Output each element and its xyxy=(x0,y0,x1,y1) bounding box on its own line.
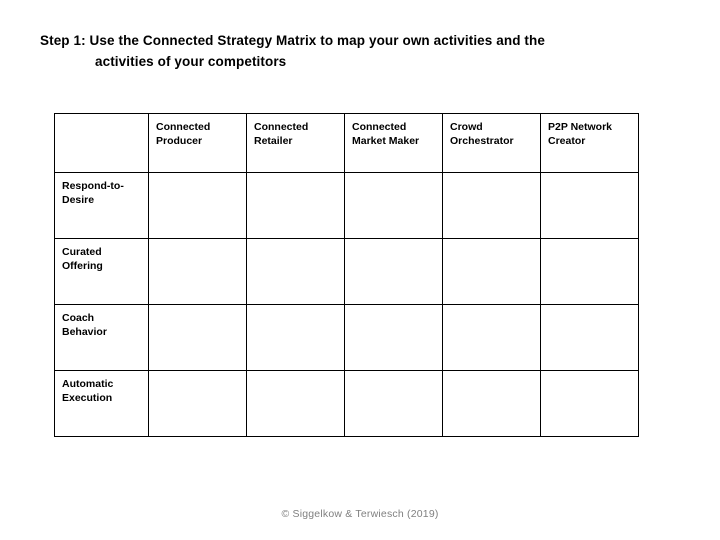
connected-strategy-matrix: Connected Producer Connected Retailer Co… xyxy=(54,113,639,437)
matrix-corner-cell xyxy=(54,113,149,173)
matrix-column-header-connected-retailer: Connected Retailer xyxy=(246,113,345,173)
matrix-cell-curated-offering-p2p-network-creator[interactable] xyxy=(540,238,639,305)
matrix-cell-curated-offering-connected-producer[interactable] xyxy=(148,238,247,305)
matrix-table: Connected Producer Connected Retailer Co… xyxy=(54,113,639,437)
matrix-cell-respond-to-desire-p2p-network-creator[interactable] xyxy=(540,172,639,239)
matrix-row-header-automatic-execution: Automatic Execution xyxy=(54,370,149,437)
matrix-cell-coach-behavior-connected-retailer[interactable] xyxy=(246,304,345,371)
matrix-column-header-label: P2P Network Creator xyxy=(548,121,612,147)
matrix-row-header-curated-offering: Curated Offering xyxy=(54,238,149,305)
matrix-cell-respond-to-desire-connected-producer[interactable] xyxy=(148,172,247,239)
matrix-column-header-crowd-orchestrator: Crowd Orchestrator xyxy=(442,113,541,173)
matrix-row-header-coach-behavior: Coach Behavior xyxy=(54,304,149,371)
matrix-row-header-respond-to-desire: Respond-to- Desire xyxy=(54,172,149,239)
matrix-row-header-label: Automatic Execution xyxy=(62,378,114,404)
page-title-line-1: Step 1: Use the Connected Strategy Matri… xyxy=(40,33,545,48)
page-title-line-2: activities of your competitors xyxy=(95,54,287,69)
matrix-column-header-label: Connected Market Maker xyxy=(352,121,420,147)
page-title: Step 1: Use the Connected Strategy Matri… xyxy=(40,30,640,72)
matrix-cell-automatic-execution-crowd-orchestrator[interactable] xyxy=(442,370,541,437)
matrix-cell-respond-to-desire-connected-market-maker[interactable] xyxy=(344,172,443,239)
matrix-cell-coach-behavior-connected-market-maker[interactable] xyxy=(344,304,443,371)
matrix-row-header-label: Respond-to- Desire xyxy=(62,180,124,206)
matrix-cell-automatic-execution-connected-producer[interactable] xyxy=(148,370,247,437)
matrix-column-header-connected-market-maker: Connected Market Maker xyxy=(344,113,443,173)
matrix-column-header-connected-producer: Connected Producer xyxy=(148,113,247,173)
matrix-row-respond-to-desire: Respond-to- Desire xyxy=(54,172,639,239)
matrix-cell-respond-to-desire-connected-retailer[interactable] xyxy=(246,172,345,239)
matrix-cell-coach-behavior-p2p-network-creator[interactable] xyxy=(540,304,639,371)
matrix-row-header-label: Curated Offering xyxy=(62,246,103,272)
matrix-cell-automatic-execution-connected-market-maker[interactable] xyxy=(344,370,443,437)
matrix-cell-coach-behavior-connected-producer[interactable] xyxy=(148,304,247,371)
matrix-column-header-label: Connected Producer xyxy=(156,121,211,147)
matrix-row-coach-behavior: Coach Behavior xyxy=(54,304,639,371)
matrix-cell-curated-offering-crowd-orchestrator[interactable] xyxy=(442,238,541,305)
matrix-column-header-p2p-network-creator: P2P Network Creator xyxy=(540,113,639,173)
matrix-row-curated-offering: Curated Offering xyxy=(54,238,639,305)
matrix-cell-curated-offering-connected-retailer[interactable] xyxy=(246,238,345,305)
matrix-column-header-label: Connected Retailer xyxy=(254,121,309,147)
matrix-cell-automatic-execution-connected-retailer[interactable] xyxy=(246,370,345,437)
matrix-cell-automatic-execution-p2p-network-creator[interactable] xyxy=(540,370,639,437)
matrix-cell-coach-behavior-crowd-orchestrator[interactable] xyxy=(442,304,541,371)
matrix-header-row: Connected Producer Connected Retailer Co… xyxy=(54,113,639,173)
matrix-row-automatic-execution: Automatic Execution xyxy=(54,370,639,437)
matrix-cell-curated-offering-connected-market-maker[interactable] xyxy=(344,238,443,305)
copyright-credit: © Siggelkow & Terwiesch (2019) xyxy=(281,508,439,520)
matrix-column-header-label: Crowd Orchestrator xyxy=(450,121,514,147)
matrix-row-header-label: Coach Behavior xyxy=(62,312,107,338)
matrix-cell-respond-to-desire-crowd-orchestrator[interactable] xyxy=(442,172,541,239)
